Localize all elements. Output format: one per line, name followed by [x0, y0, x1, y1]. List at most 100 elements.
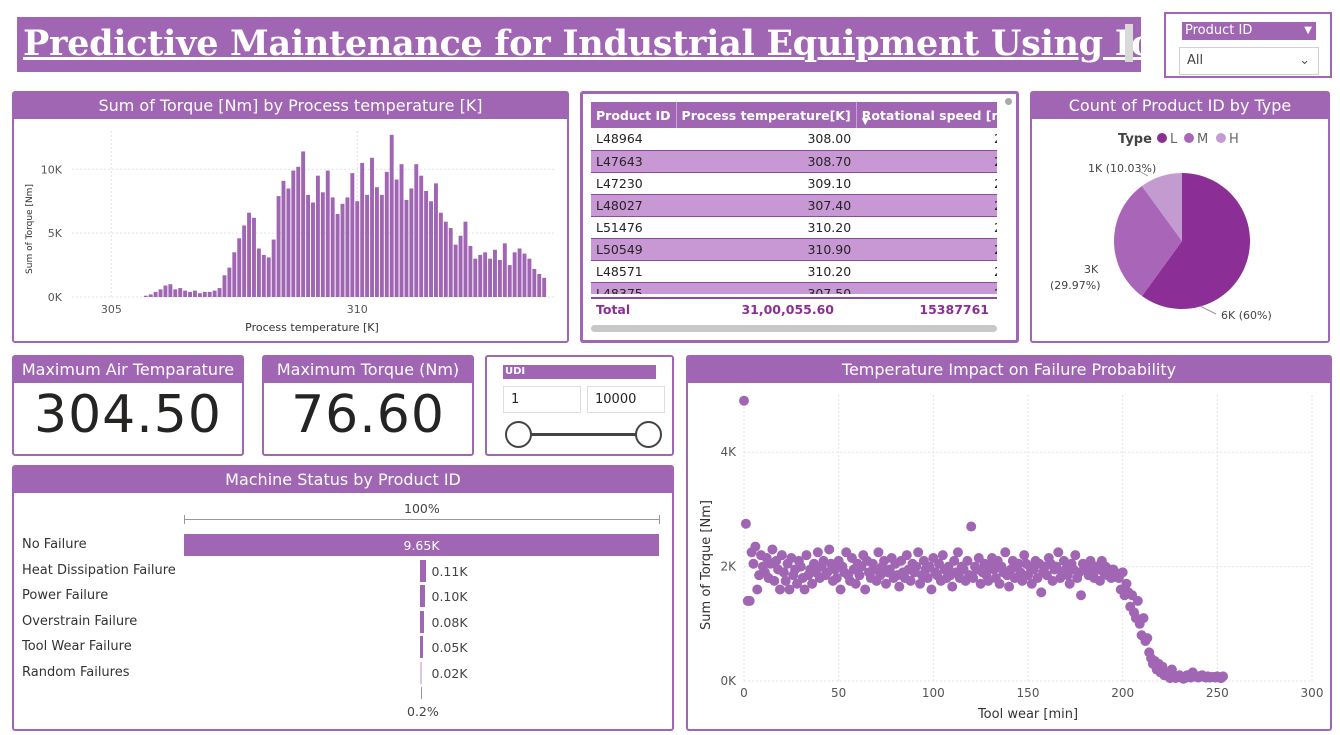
hist-bar[interactable]	[360, 162, 365, 297]
hist-bar[interactable]	[247, 212, 252, 297]
scatter-point[interactable]	[966, 521, 977, 532]
hist-bar[interactable]	[448, 228, 453, 297]
legend-item-H[interactable]: H	[1229, 132, 1239, 147]
hist-bar[interactable]	[532, 268, 537, 297]
scatter-point[interactable]	[776, 550, 787, 561]
hist-bar[interactable]	[483, 252, 488, 297]
udi-slider-min-handle[interactable]	[505, 421, 532, 448]
hist-bar[interactable]	[291, 170, 296, 297]
hist-bar[interactable]	[379, 194, 384, 297]
scatter-point[interactable]	[937, 550, 948, 561]
scatter-point[interactable]	[994, 578, 1005, 589]
title-scrollbar[interactable]	[1125, 24, 1133, 62]
hist-bar[interactable]	[365, 194, 370, 297]
scatter-point[interactable]	[812, 547, 823, 558]
hist-bar[interactable]	[163, 285, 168, 297]
scatter-point[interactable]	[767, 544, 778, 555]
hist-bar[interactable]	[148, 294, 153, 297]
hist-bar[interactable]	[178, 288, 183, 297]
scatter-point[interactable]	[1132, 595, 1143, 606]
hist-bar[interactable]	[409, 188, 414, 297]
hist-bar[interactable]	[517, 248, 522, 297]
hist-bar[interactable]	[271, 239, 276, 297]
hist-bar[interactable]	[266, 257, 271, 297]
hist-bar[interactable]	[242, 225, 247, 297]
hist-bar[interactable]	[281, 180, 286, 297]
status-bar[interactable]	[419, 610, 424, 633]
table-row[interactable]: L48571310.202737	[591, 260, 997, 283]
hist-bar[interactable]	[404, 199, 409, 297]
hist-bar[interactable]	[202, 291, 207, 297]
scatter-point[interactable]	[1004, 581, 1015, 592]
hist-bar[interactable]	[296, 166, 301, 297]
column-header-process-temperature[interactable]: Process temperature[K]	[676, 102, 857, 128]
hist-bar[interactable]	[394, 179, 399, 297]
table-row[interactable]: L47230309.102861	[591, 172, 997, 195]
hist-bar[interactable]	[252, 217, 256, 297]
scatter-point[interactable]	[752, 584, 763, 595]
scatter-point[interactable]	[1138, 613, 1149, 624]
hist-bar[interactable]	[389, 134, 394, 297]
hist-bar[interactable]	[168, 284, 173, 297]
hist-bar[interactable]	[232, 252, 237, 297]
hist-bar[interactable]	[424, 191, 429, 297]
status-bar[interactable]	[419, 585, 425, 607]
scatter-point[interactable]	[1000, 547, 1011, 558]
scatter-point[interactable]	[748, 558, 759, 569]
product-table-viewport[interactable]: Product ID Process temperature[K] ▼ Rota…	[591, 102, 997, 294]
hist-bar[interactable]	[374, 187, 379, 297]
hist-bar[interactable]	[522, 253, 527, 297]
hist-bar[interactable]	[488, 258, 493, 297]
hist-bar[interactable]	[497, 259, 502, 297]
table-row[interactable]: L48964308.002886	[591, 128, 997, 151]
hist-bar[interactable]	[350, 173, 355, 297]
status-bar[interactable]	[419, 661, 422, 684]
hist-bar[interactable]	[143, 295, 148, 297]
hist-bar[interactable]	[414, 164, 419, 297]
status-bar[interactable]	[419, 559, 426, 582]
hist-bar[interactable]	[468, 245, 473, 297]
scatter-point[interactable]	[901, 550, 912, 561]
scatter-point[interactable]	[739, 395, 749, 406]
table-row[interactable]: L48375307.502721	[591, 282, 997, 294]
scatter-point[interactable]	[1121, 578, 1132, 589]
hist-bar[interactable]	[301, 151, 306, 297]
hist-bar[interactable]	[306, 194, 311, 297]
scatter-point[interactable]	[1070, 550, 1081, 561]
hist-bar[interactable]	[212, 290, 217, 297]
scatter-point[interactable]	[1076, 590, 1087, 601]
table-row[interactable]: L47643308.702874	[591, 150, 997, 173]
hist-bar[interactable]	[340, 203, 345, 297]
hist-bar[interactable]	[261, 254, 266, 297]
table-row[interactable]: L48027307.402833	[591, 194, 997, 217]
udi-slider-track[interactable]	[517, 433, 649, 436]
hist-bar[interactable]	[384, 171, 389, 297]
scatter-point[interactable]	[801, 550, 812, 561]
scatter-point[interactable]	[750, 541, 761, 552]
hist-bar[interactable]	[188, 291, 192, 297]
scatter-point[interactable]	[926, 584, 937, 595]
hist-bar[interactable]	[478, 254, 483, 297]
hist-bar[interactable]	[222, 275, 227, 297]
scatter-point[interactable]	[778, 567, 789, 578]
table-vertical-scrollbar[interactable]	[1005, 98, 1012, 105]
hist-bar[interactable]	[527, 258, 532, 297]
hist-bar[interactable]	[399, 164, 404, 297]
udi-slider-max-handle[interactable]	[635, 421, 662, 448]
scatter-point[interactable]	[744, 595, 755, 606]
udi-max-input[interactable]: 10000	[587, 386, 665, 413]
hist-bar[interactable]	[512, 252, 517, 297]
hist-bar[interactable]	[438, 212, 443, 297]
hist-bar[interactable]	[542, 277, 547, 297]
hist-bar[interactable]	[507, 265, 512, 297]
hist-bar[interactable]	[237, 238, 242, 297]
hist-bar[interactable]	[443, 221, 448, 297]
hist-bar[interactable]	[493, 249, 497, 297]
hist-bar[interactable]	[286, 188, 291, 297]
scatter-point[interactable]	[854, 570, 865, 581]
chevron-down-icon[interactable]: ▼	[1304, 22, 1312, 40]
scatter-point[interactable]	[795, 561, 806, 572]
hist-bar[interactable]	[473, 258, 478, 297]
scatter-point[interactable]	[774, 584, 785, 595]
hist-bar[interactable]	[325, 170, 330, 297]
